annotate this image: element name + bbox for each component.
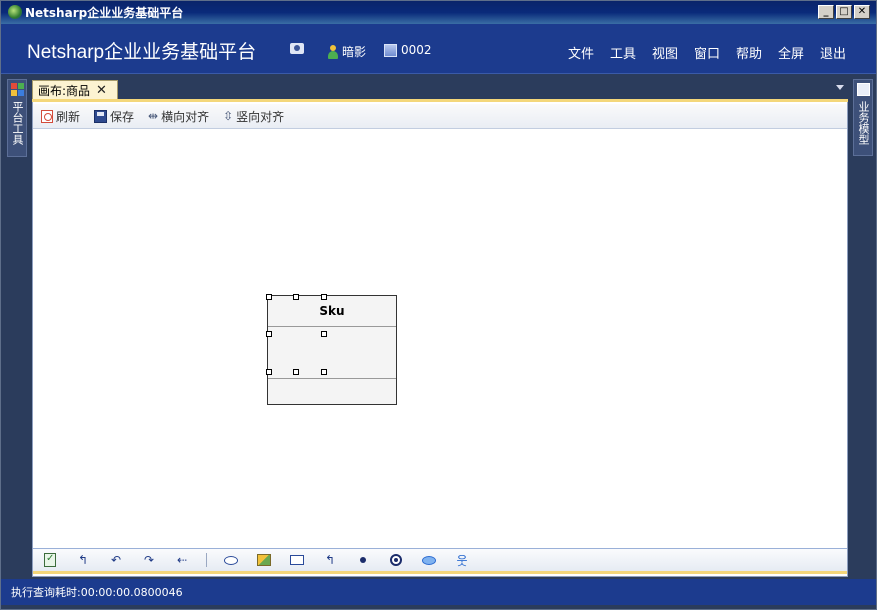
toolbox-separator: [206, 553, 207, 567]
initial-node-icon: [360, 557, 366, 563]
select-tool[interactable]: [41, 551, 59, 569]
state-oval-icon: [422, 555, 436, 565]
select-icon: [44, 553, 56, 567]
final-node-icon: [390, 554, 402, 566]
resize-handle[interactable]: [293, 294, 299, 300]
menu-window[interactable]: 窗口: [694, 43, 720, 62]
camera-icon: [290, 43, 304, 54]
class-rect-icon: [290, 555, 304, 565]
association-alt-tool[interactable]: ↰: [321, 551, 339, 569]
curve-arrow-right-icon: ↷: [143, 553, 155, 567]
user-info[interactable]: 暗影: [327, 43, 366, 60]
usecase-tool[interactable]: [222, 551, 240, 569]
close-button[interactable]: ✕: [854, 5, 870, 19]
assoc-arrow-icon: ↰: [77, 553, 89, 567]
globe-icon: [8, 5, 22, 19]
menu-file[interactable]: 文件: [568, 43, 594, 62]
save-button[interactable]: 保存: [94, 108, 134, 125]
usecase-oval-icon: [224, 555, 238, 565]
user-name: 暗影: [342, 45, 367, 59]
workstation-id: 0002: [401, 43, 432, 57]
resize-handle[interactable]: [321, 331, 327, 337]
platform-tools-label: 平台工具: [11, 101, 24, 145]
workstation-info[interactable]: 0002: [384, 43, 432, 57]
tab-canvas-goods[interactable]: 画布:商品 ✕: [32, 80, 118, 100]
save-label: 保存: [110, 109, 135, 124]
tab-strip: 画布:商品 ✕: [32, 79, 848, 100]
menu-exit[interactable]: 退出: [820, 43, 846, 62]
resize-handle[interactable]: [266, 369, 272, 375]
curve-arrow-left-icon: ↶: [110, 553, 122, 567]
class-tool[interactable]: [288, 551, 306, 569]
menu-fullscreen[interactable]: 全屏: [778, 43, 804, 62]
app-window: Netsharp企业业务基础平台 _ □ ✕ Netsharp企业业务基础平台 …: [0, 0, 877, 610]
menu-view[interactable]: 视图: [652, 43, 678, 62]
align-vertical-label: 竖向对齐: [236, 109, 285, 124]
user-icon: [327, 44, 338, 59]
refresh-label: 刷新: [56, 109, 81, 124]
business-model-panel-tab[interactable]: 业务模型: [853, 79, 873, 156]
package-tool[interactable]: [255, 551, 273, 569]
curve-right-tool[interactable]: ↷: [140, 551, 158, 569]
refresh-button[interactable]: 刷新: [41, 108, 80, 125]
refresh-icon: [41, 109, 53, 123]
apps-grid-icon: [11, 83, 24, 96]
assoc-arrow-alt-icon: ↰: [324, 553, 336, 567]
minimize-button[interactable]: _: [818, 5, 834, 19]
tab-label: 画布:商品: [38, 84, 91, 98]
align-horizontal-button[interactable]: ⇹ 横向对齐: [148, 108, 209, 125]
shape-toolbox: ↰ ↶ ↷ ⇠ ↰ 웃: [33, 548, 847, 574]
align-horizontal-icon: ⇹: [148, 109, 159, 123]
initial-node-tool[interactable]: [354, 551, 372, 569]
title-bar: Netsharp企业业务基础平台 _ □ ✕: [1, 1, 876, 24]
computer-icon: [384, 43, 397, 57]
actor-tool[interactable]: 웃: [453, 551, 471, 569]
maximize-button[interactable]: □: [836, 5, 852, 19]
menu-tools[interactable]: 工具: [610, 43, 636, 62]
dependency-tool[interactable]: ⇠: [173, 551, 191, 569]
platform-tools-panel-tab[interactable]: 平台工具: [7, 79, 27, 157]
resize-handle[interactable]: [266, 331, 272, 337]
entity-box-sku[interactable]: Sku: [267, 295, 397, 405]
canvas-toolbar: 刷新 保存 ⇹ 横向对齐 ⇳ 竖向对齐: [33, 104, 847, 129]
entity-title: Sku: [268, 296, 396, 327]
save-icon: [94, 109, 108, 123]
resize-handle[interactable]: [321, 369, 327, 375]
tab-close-icon[interactable]: ✕: [96, 84, 107, 97]
curve-left-tool[interactable]: ↶: [107, 551, 125, 569]
state-tool[interactable]: [420, 551, 438, 569]
align-horizontal-label: 横向对齐: [161, 109, 210, 124]
menu-help[interactable]: 帮助: [736, 43, 762, 62]
tab-underline: [32, 99, 848, 102]
model-icon: [857, 83, 870, 96]
app-header: Netsharp企业业务基础平台 暗影 0002 文件 工具 视图 窗口 帮助 …: [1, 24, 876, 74]
actor-icon: 웃: [456, 553, 468, 568]
resize-handle[interactable]: [321, 294, 327, 300]
camera-button[interactable]: [290, 43, 304, 54]
status-text: 执行查询耗时:00:00:00.0800046: [11, 586, 183, 599]
align-vertical-button[interactable]: ⇳ 竖向对齐: [223, 108, 284, 125]
align-vertical-icon: ⇳: [223, 109, 234, 123]
association-tool[interactable]: ↰: [74, 551, 92, 569]
business-model-label: 业务模型: [857, 101, 870, 145]
brand-title: Netsharp企业业务基础平台: [27, 42, 257, 63]
resize-handle[interactable]: [293, 369, 299, 375]
resize-handle[interactable]: [266, 294, 272, 300]
status-bar: 执行查询耗时:00:00:00.0800046: [1, 579, 876, 605]
window-controls: _ □ ✕: [818, 5, 870, 19]
window-title: Netsharp企业业务基础平台: [25, 6, 184, 20]
design-canvas[interactable]: [33, 130, 847, 547]
tab-list-dropdown-icon[interactable]: [836, 85, 844, 90]
dependency-arrow-icon: ⇠: [176, 553, 188, 567]
final-node-tool[interactable]: [387, 551, 405, 569]
entity-divider: [268, 378, 396, 379]
package-icon: [257, 554, 271, 566]
